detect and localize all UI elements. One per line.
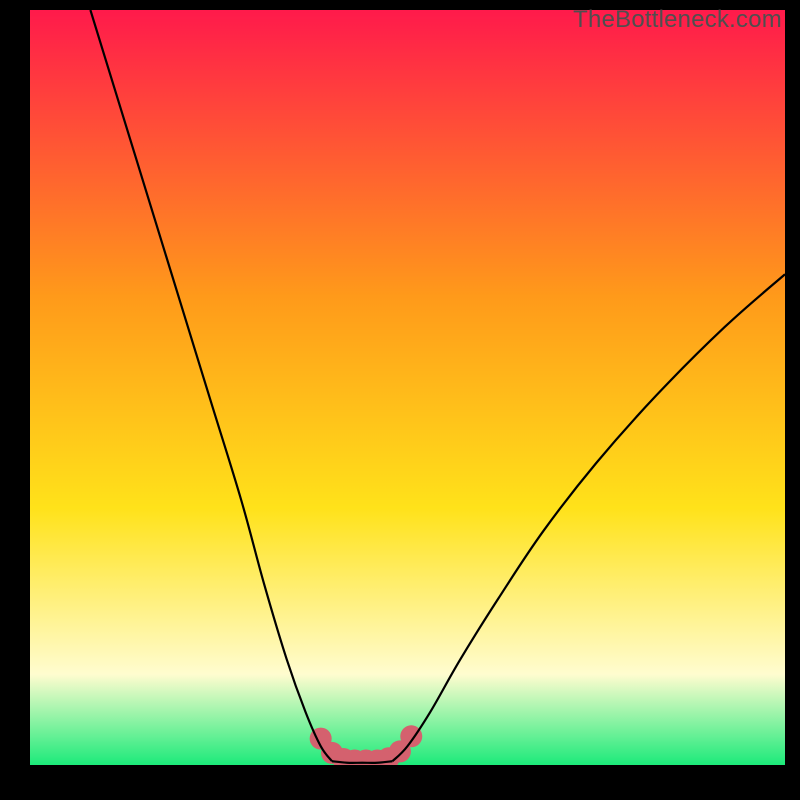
watermark-text: TheBottleneck.com [573, 6, 782, 34]
plot-area [30, 10, 785, 765]
chart-frame: TheBottleneck.com [0, 0, 800, 800]
chart-svg [30, 10, 785, 765]
gradient-background [30, 10, 785, 765]
